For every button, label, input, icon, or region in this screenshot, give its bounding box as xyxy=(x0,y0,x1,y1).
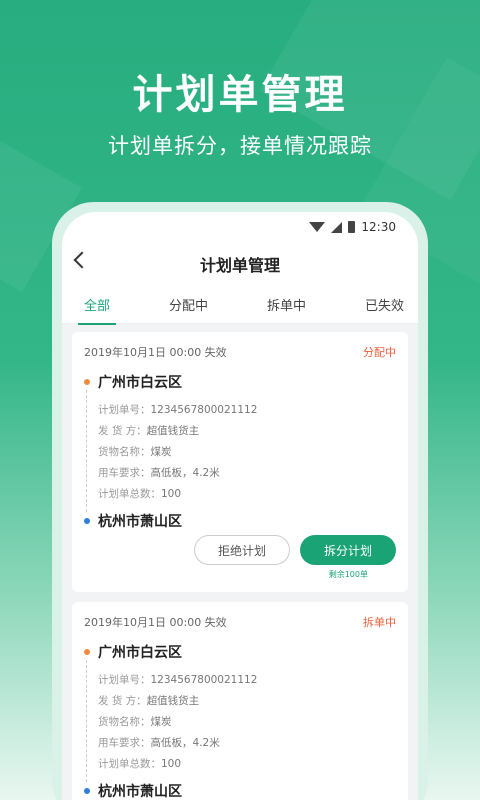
plan-info: 计划单号：1234567800021112 发 货 方：超值钱货主 货物名称：煤… xyxy=(98,400,396,505)
status-time: 12:30 xyxy=(361,220,396,234)
destination-place: 杭州市萧山区 xyxy=(98,784,182,800)
tab-expired[interactable]: 已失效 xyxy=(365,287,404,322)
card-expiry: 2019年10月1日 00:00 失效 xyxy=(84,616,227,629)
split-plan-button[interactable]: 拆分计划 xyxy=(300,535,396,565)
info-row: 计划单号：1234567800021112 xyxy=(98,674,258,686)
info-row: 计划单总数：100 xyxy=(98,758,182,770)
back-icon[interactable] xyxy=(73,251,91,269)
info-row: 发 货 方：超值钱货主 xyxy=(98,425,200,437)
phone-frame: 12:30 计划单管理 全部 分配中 拆单中 已失效 2019年10月1日 00… xyxy=(52,202,428,800)
nav-bar: 计划单管理 xyxy=(62,242,418,286)
destination-dot-icon xyxy=(84,518,90,524)
plan-list: 2019年10月1日 00:00 失效 分配中 广州市白云区 计划单号：1234… xyxy=(62,324,418,800)
reject-plan-button[interactable]: 拒绝计划 xyxy=(194,535,290,565)
page-title: 计划单管理 xyxy=(199,256,280,275)
battery-icon xyxy=(348,221,356,233)
destination-place: 杭州市萧山区 xyxy=(98,514,182,530)
signal-icon xyxy=(331,221,343,233)
phone-screen: 12:30 计划单管理 全部 分配中 拆单中 已失效 2019年10月1日 00… xyxy=(62,212,418,800)
hero-title: 计划单管理 xyxy=(132,72,348,118)
route-line xyxy=(86,390,87,512)
route: 广州市白云区 计划单号：1234567800021112 发 货 方：超值钱货主… xyxy=(84,642,396,800)
origin-dot-icon xyxy=(84,379,90,385)
info-row: 货物名称：煤炭 xyxy=(98,446,172,458)
info-row: 计划单总数：100 xyxy=(98,488,182,500)
route: 广州市白云区 计划单号：1234567800021112 发 货 方：超值钱货主… xyxy=(84,372,396,531)
info-row: 用车要求：高低板，4.2米 xyxy=(98,737,220,749)
info-row: 用车要求：高低板，4.2米 xyxy=(98,467,220,479)
plan-card[interactable]: 2019年10月1日 00:00 失效 分配中 广州市白云区 计划单号：1234… xyxy=(72,332,408,592)
tab-bar: 全部 分配中 拆单中 已失效 xyxy=(62,286,418,325)
origin-place: 广州市白云区 xyxy=(98,645,182,661)
origin-dot-icon xyxy=(84,649,90,655)
plan-info: 计划单号：1234567800021112 发 货 方：超值钱货主 货物名称：煤… xyxy=(98,670,396,775)
hero-subtitle: 计划单拆分，接单情况跟踪 xyxy=(108,134,372,158)
card-actions: 拒绝计划 拆分计划 xyxy=(84,535,396,565)
info-row: 计划单号：1234567800021112 xyxy=(98,404,258,416)
status-badge: 分配中 xyxy=(363,346,396,359)
plan-card[interactable]: 2019年10月1日 00:00 失效 拆单中 广州市白云区 计划单号：1234… xyxy=(72,602,408,800)
remaining-count: 剩余100单 xyxy=(328,570,368,579)
status-badge: 拆单中 xyxy=(363,616,396,629)
wifi-icon xyxy=(309,222,326,232)
tab-all[interactable]: 全部 xyxy=(77,287,117,325)
destination-dot-icon xyxy=(84,788,90,794)
card-expiry: 2019年10月1日 00:00 失效 xyxy=(84,346,227,359)
route-line xyxy=(86,660,87,782)
info-row: 货物名称：煤炭 xyxy=(98,716,172,728)
status-bar: 12:30 xyxy=(62,212,418,242)
tab-allocating[interactable]: 分配中 xyxy=(169,287,208,322)
info-row: 发 货 方：超值钱货主 xyxy=(98,695,200,707)
origin-place: 广州市白云区 xyxy=(98,375,182,391)
tab-splitting[interactable]: 拆单中 xyxy=(267,287,306,322)
